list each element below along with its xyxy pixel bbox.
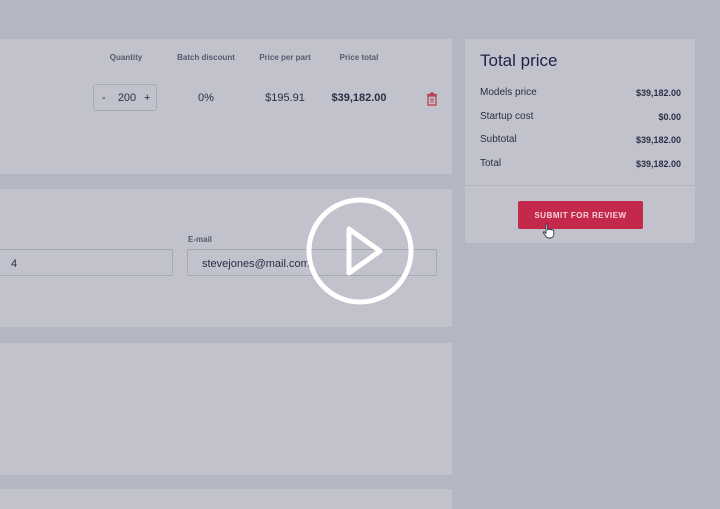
batch-discount-value: 0%: [198, 92, 214, 104]
quantity-decrement-button[interactable]: -: [102, 92, 106, 104]
additional-card: [0, 489, 452, 509]
subtotal-label: Subtotal: [480, 134, 517, 145]
startup-cost-value: $0.00: [658, 112, 681, 122]
column-header-quantity: Quantity: [109, 53, 143, 62]
subtotal-value: $39,182.00: [635, 135, 681, 145]
price-total-value: $39,182.00: [331, 92, 387, 104]
total-value: $39,182.00: [635, 159, 681, 169]
quantity-increment-button[interactable]: +: [144, 92, 150, 104]
startup-cost-label: Startup cost: [480, 111, 534, 122]
total-divider: [465, 185, 695, 186]
trash-icon[interactable]: [426, 92, 438, 106]
column-header-price-total: Price total: [339, 53, 379, 62]
total-price-title: Total price: [480, 51, 558, 70]
models-price-label: Models price: [480, 87, 537, 98]
total-label: Total: [480, 158, 502, 169]
column-header-batch-discount: Batch discount: [177, 53, 235, 62]
submit-for-review-button[interactable]: SUBMIT FOR REVIEW: [518, 201, 643, 229]
hand-cursor-icon: [542, 223, 555, 239]
quantity-stepper[interactable]: - 200 +: [93, 84, 157, 111]
email-label: E-mail: [188, 235, 213, 244]
play-icon[interactable]: [305, 196, 415, 306]
column-header-price-per-part: Price per part: [259, 53, 311, 62]
details-card: [0, 343, 452, 475]
phone-field[interactable]: 4: [0, 249, 173, 276]
models-price-value: $39,182.00: [635, 88, 681, 98]
price-per-part-value: $195.91: [265, 92, 305, 104]
quantity-value[interactable]: 200: [116, 92, 138, 104]
